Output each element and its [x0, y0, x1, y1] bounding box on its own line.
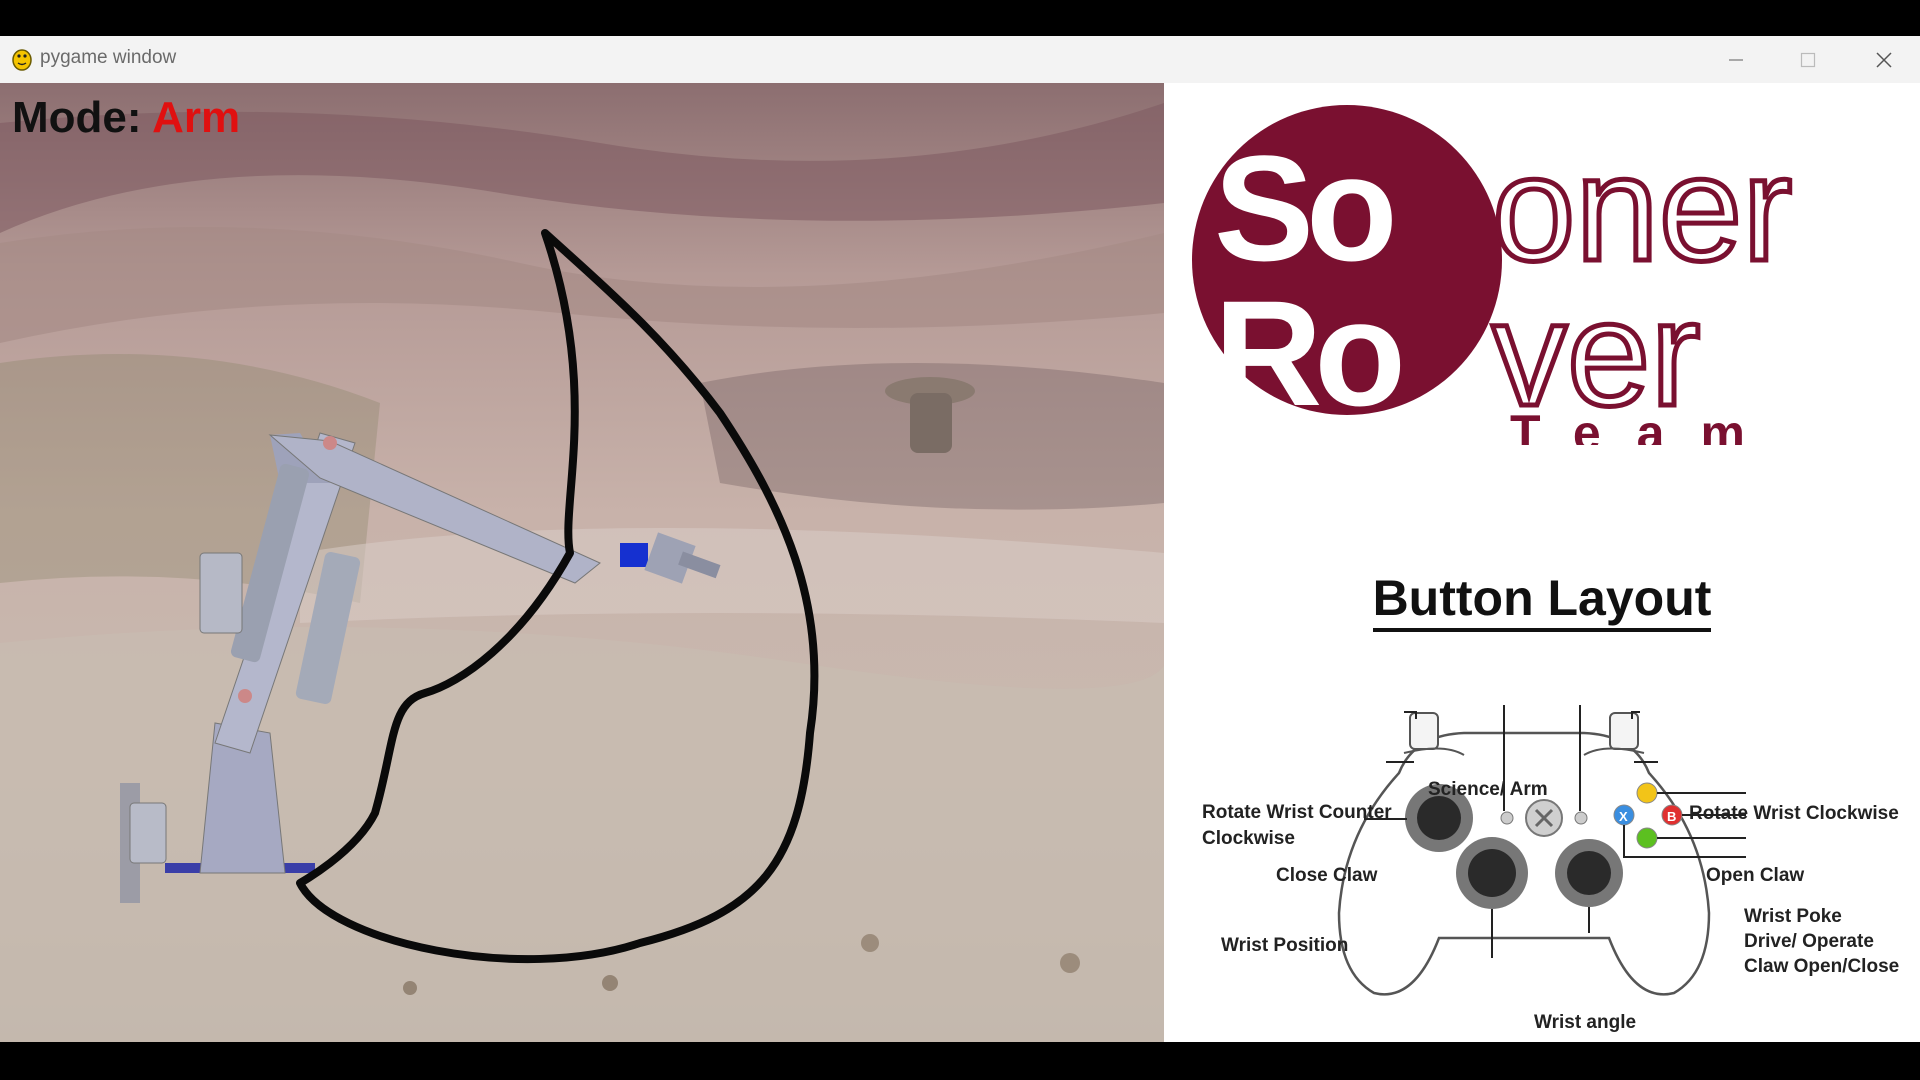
pygame-window: pygame window Mode: Arm So Ro oner ver T…	[0, 36, 1920, 1042]
label-claw-open-close: Claw Open/Close	[1744, 956, 1900, 977]
minimize-icon	[1729, 58, 1743, 61]
b-button-glyph: B	[1667, 809, 1676, 824]
pygame-snake-icon	[12, 49, 32, 71]
label-close-claw: Close Claw	[1276, 865, 1378, 886]
x-button-glyph: X	[1619, 809, 1628, 824]
label-science-arm: Science/ Arm	[1428, 779, 1548, 800]
svg-text:Team: Team	[1510, 405, 1781, 445]
title-bar[interactable]: pygame window	[0, 36, 1920, 84]
label-rotate-cw: Rotate Wrist Clockwise	[1689, 803, 1899, 824]
label-rotate-ccw-2: Clockwise	[1202, 828, 1295, 849]
info-panel: So Ro oner ver Team Button Layout B X Sc…	[1164, 83, 1920, 1042]
close-icon	[1876, 51, 1892, 68]
label-rotate-ccw-1: Rotate Wrist Counter	[1202, 802, 1392, 823]
desert-badlands-background	[0, 83, 1164, 1042]
window-title: pygame window	[40, 47, 177, 68]
svg-text:Ro: Ro	[1214, 269, 1400, 437]
mode-label: Mode:	[12, 93, 142, 142]
label-drive-operate: Drive/ Operate	[1744, 931, 1874, 952]
close-button[interactable]	[1848, 36, 1920, 83]
label-wrist-poke: Wrist Poke	[1744, 906, 1842, 927]
maximize-icon	[1800, 52, 1816, 67]
svg-text:So: So	[1214, 124, 1392, 292]
label-open-claw: Open Claw	[1706, 865, 1805, 886]
controller-diagram: B X Science/ Arm Rotate Wrist Counter Cl…	[1164, 683, 1920, 1033]
maximize-button[interactable]	[1772, 36, 1844, 83]
label-wrist-angle: Wrist angle	[1534, 1012, 1637, 1033]
mode-value: Arm	[152, 93, 241, 142]
mode-indicator: Mode: Arm	[12, 93, 240, 143]
sooner-rover-logo: So Ro oner ver Team	[1192, 105, 1795, 445]
svg-text:oner: oner	[1492, 124, 1792, 292]
simulation-view[interactable]: Mode: Arm	[0, 83, 1164, 1042]
button-layout-heading: Button Layout	[1164, 569, 1920, 632]
minimize-button[interactable]	[1700, 36, 1772, 83]
label-wrist-position: Wrist Position	[1221, 935, 1349, 956]
